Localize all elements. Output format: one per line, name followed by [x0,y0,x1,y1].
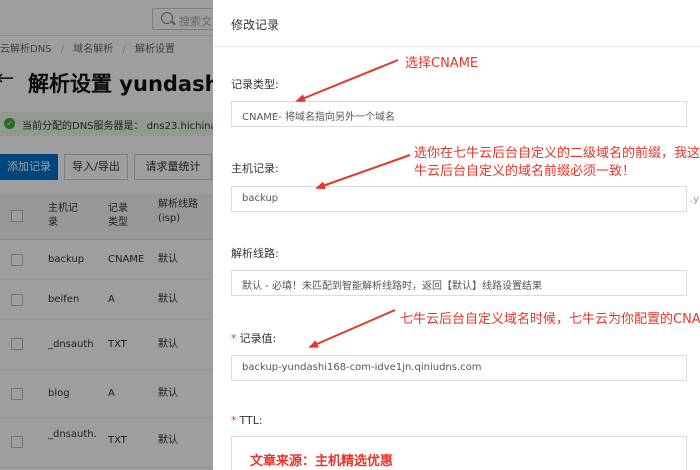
annotation-select-cname: 选择CNAME [405,56,479,71]
arrow-to-host-record [315,154,411,190]
annotation-prefix-line2: 牛云后台自定义的域名前缀必须一致！ [414,164,636,179]
annotation-arrows [295,59,411,348]
source-note: 文章来源：主机精选优惠 [250,454,394,469]
arrow-to-record-value [308,309,396,348]
arrow-to-record-type [295,59,399,102]
annotation-custom-domain: 七牛云后台自定义域名时候，七牛云为你配置的CNA [400,312,700,327]
annotation-prefix-line1: 选你在七牛云后台自定义的二级域名的前缀，我这 [414,146,700,161]
